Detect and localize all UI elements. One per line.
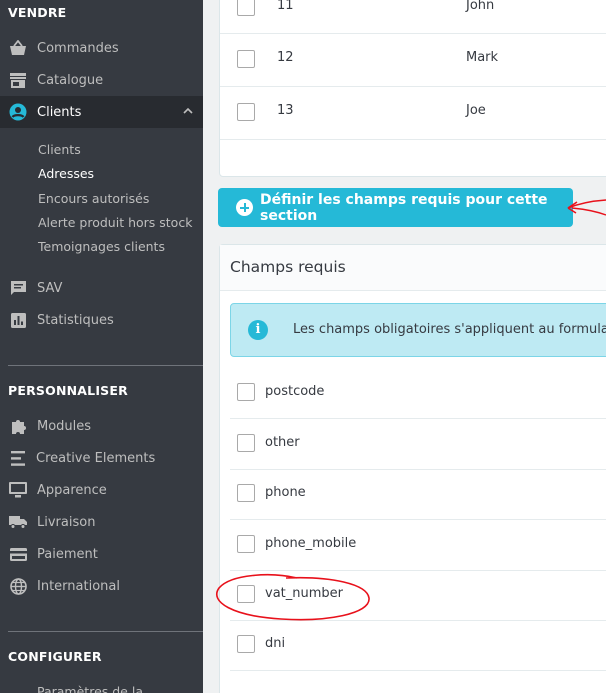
nav-label: Apparence — [37, 482, 107, 498]
table-row: 11 John — [220, 0, 606, 34]
field-label: postcode — [265, 384, 325, 399]
row-name: Mark — [466, 50, 499, 65]
credit-card-icon — [9, 545, 27, 563]
row-checkbox[interactable] — [237, 0, 255, 16]
field-label: phone_mobile — [265, 536, 357, 551]
sub-item-alerte[interactable]: Alerte produit hors stock — [38, 215, 192, 231]
field-label: other — [265, 435, 300, 450]
nav-label: SAV — [37, 280, 63, 296]
sub-item-encours[interactable]: Encours autorisés — [38, 191, 149, 207]
field-row-phone: phone — [230, 469, 606, 520]
define-required-fields-button[interactable]: Définir les champs requis pour cette sec… — [218, 188, 573, 227]
field-checkbox[interactable] — [237, 484, 255, 502]
row-name: John — [466, 0, 495, 13]
button-label: Définir les champs requis pour cette sec… — [260, 191, 548, 224]
section-title-configurer: CONFIGURER — [8, 649, 102, 664]
account-circle-icon — [9, 103, 27, 121]
nav-label: Livraison — [37, 514, 96, 530]
nav-item-catalogue[interactable]: Catalogue — [0, 64, 203, 96]
nav-label: Creative Elements — [36, 450, 156, 466]
chevron-up-icon[interactable] — [182, 105, 194, 121]
field-checkbox[interactable] — [237, 585, 255, 603]
sidebar: VENDRE Commandes Catalogue Clients Clien… — [0, 0, 203, 693]
required-fields-card: Champs requis i Les champs obligatoires … — [219, 244, 606, 693]
field-label: phone — [265, 485, 306, 500]
field-checkbox[interactable] — [237, 635, 255, 653]
menu-lines-icon — [9, 449, 27, 467]
row-id: 13 — [277, 103, 294, 118]
sub-item-temoignages[interactable]: Temoignages clients — [38, 239, 165, 255]
nav-label: Statistiques — [37, 312, 114, 328]
nav-item-apparence[interactable]: Apparence — [0, 474, 203, 506]
row-id: 11 — [277, 0, 294, 13]
nav-label: Clients — [37, 104, 82, 120]
desktop-icon — [9, 481, 27, 499]
field-row-vat-number: vat_number — [230, 570, 606, 621]
sub-item-clients[interactable]: Clients — [38, 142, 81, 158]
main-content: 11 John 12 Mark 13 Joe Définir les champ… — [203, 0, 606, 693]
field-label: dni — [265, 636, 286, 651]
nav-label: Catalogue — [37, 72, 104, 88]
nav-item-modules[interactable]: Modules — [0, 410, 203, 442]
field-row-dni: dni — [230, 620, 606, 671]
store-icon — [9, 71, 27, 89]
sidebar-divider — [8, 631, 203, 632]
nav-item-parametres[interactable]: Paramètres de la — [37, 684, 143, 693]
nav-label: Paiement — [37, 546, 98, 562]
basket-icon — [9, 39, 27, 57]
card-title: Champs requis — [230, 258, 346, 276]
info-text: Les champs obligatoires s'appliquent au … — [293, 322, 606, 337]
field-checkbox[interactable] — [237, 383, 255, 401]
section-title-vendre: VENDRE — [8, 5, 67, 20]
row-checkbox[interactable] — [237, 103, 255, 121]
field-row-phone-mobile: phone_mobile — [230, 520, 606, 571]
sub-item-adresses[interactable]: Adresses — [38, 166, 94, 182]
nav-item-international[interactable]: International — [0, 570, 203, 602]
card-header: Champs requis — [220, 245, 606, 291]
field-row-other: other — [230, 419, 606, 470]
globe-icon — [9, 577, 27, 595]
field-label: vat_number — [265, 586, 343, 601]
info-icon: i — [248, 320, 268, 340]
nav-label: Commandes — [37, 40, 119, 56]
puzzle-icon — [9, 417, 27, 435]
nav-item-paiement[interactable]: Paiement — [0, 538, 203, 570]
nav-item-commandes[interactable]: Commandes — [0, 32, 203, 64]
plus-circle-icon — [236, 199, 253, 216]
customers-table-panel: 11 John 12 Mark 13 Joe — [219, 0, 606, 177]
nav-item-creative-elements[interactable]: Creative Elements — [0, 442, 203, 474]
nav-label: Modules — [37, 418, 92, 434]
message-icon — [9, 279, 27, 297]
field-checkbox[interactable] — [237, 535, 255, 553]
nav-item-clients[interactable]: Clients — [0, 96, 203, 128]
sidebar-divider — [8, 365, 203, 366]
row-checkbox[interactable] — [237, 50, 255, 68]
table-row: 13 Joe — [220, 87, 606, 140]
nav-item-sav[interactable]: SAV — [0, 272, 203, 304]
table-row: 12 Mark — [220, 34, 606, 87]
row-id: 12 — [277, 50, 294, 65]
truck-icon — [9, 513, 27, 531]
nav-label: International — [37, 578, 120, 594]
field-row-postcode: postcode — [230, 368, 606, 419]
nav-item-livraison[interactable]: Livraison — [0, 506, 203, 538]
row-name: Joe — [466, 103, 486, 118]
chart-icon — [9, 311, 27, 329]
info-alert: i Les champs obligatoires s'appliquent a… — [230, 303, 606, 357]
section-title-personnaliser: PERSONNALISER — [8, 383, 128, 398]
field-checkbox[interactable] — [237, 434, 255, 452]
nav-item-statistiques[interactable]: Statistiques — [0, 304, 203, 336]
